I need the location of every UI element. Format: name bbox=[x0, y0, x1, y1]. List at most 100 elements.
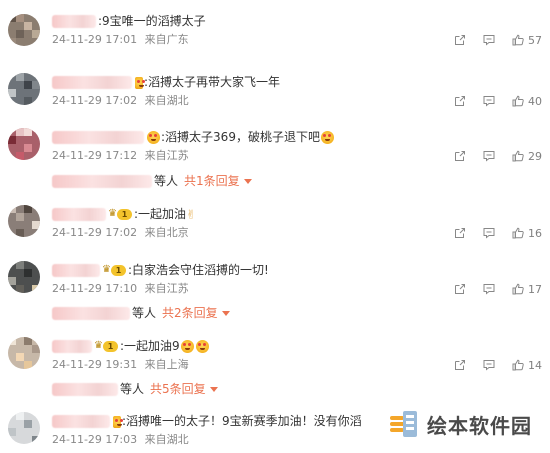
caret-down-icon[interactable] bbox=[221, 311, 230, 316]
comment-item: :9宝唯一的滔搏太子 24-11-29 17:01 来自广东 57 bbox=[0, 12, 550, 52]
comment-text: :一起加油 bbox=[134, 207, 187, 221]
comment-text-line: :9宝唯一的滔搏太子 bbox=[52, 12, 206, 30]
comment-icon[interactable] bbox=[483, 283, 495, 295]
emoji-icon bbox=[320, 131, 334, 144]
avatar[interactable] bbox=[8, 14, 40, 46]
share-icon[interactable] bbox=[454, 150, 466, 162]
emoji-icon bbox=[147, 131, 160, 144]
comment-text: :一起加油9 bbox=[120, 339, 180, 353]
like-button[interactable]: 40 bbox=[512, 95, 542, 108]
like-button[interactable]: 17 bbox=[512, 283, 542, 296]
comment-text: :滔搏太子369，破桃子退下吧 bbox=[161, 130, 320, 144]
comment-meta: 24-11-29 19:31 来自上海 bbox=[52, 358, 189, 372]
comment-meta: 24-11-29 17:02 来自北京 bbox=[52, 226, 189, 240]
comment-meta: 24-11-29 17:10 来自江苏 bbox=[52, 282, 189, 296]
fan-level-badge: ♛ 1 bbox=[102, 264, 126, 277]
comment-actions: 14 bbox=[454, 358, 542, 372]
comment-actions: 40 bbox=[454, 94, 542, 108]
like-button[interactable]: 16 bbox=[512, 227, 542, 240]
comment-meta: 24-11-29 17:02 来自湖北 bbox=[52, 94, 189, 108]
avatar[interactable] bbox=[8, 128, 40, 160]
comment-icon[interactable] bbox=[483, 150, 495, 162]
comment-item: :滔搏太子再带大家飞一年 24-11-29 17:02 来自湖北 40 bbox=[0, 73, 550, 113]
username-blurred[interactable] bbox=[52, 264, 100, 277]
like-button[interactable]: 57 bbox=[512, 34, 542, 47]
like-button[interactable]: 29 bbox=[512, 150, 542, 163]
avatar[interactable] bbox=[8, 261, 40, 293]
comment-meta: 24-11-29 17:12 来自江苏 bbox=[52, 149, 189, 163]
victory-hand-icon: ✌ bbox=[186, 207, 197, 222]
avatar[interactable] bbox=[8, 73, 40, 105]
username-blurred[interactable] bbox=[52, 15, 96, 28]
comment-item: ♛ 1:白家浩会守住滔搏的一切! 24-11-29 17:10 来自江苏 17 bbox=[0, 261, 550, 301]
badge-level: 1 bbox=[117, 209, 132, 220]
expand-replies-link[interactable]: 共2条回复 bbox=[162, 306, 218, 320]
avatar[interactable] bbox=[8, 412, 40, 444]
comment-location: 来自湖北 bbox=[144, 94, 189, 107]
share-icon[interactable] bbox=[454, 95, 466, 107]
comment-actions: 17 bbox=[454, 282, 542, 296]
username-blurred[interactable] bbox=[52, 415, 110, 428]
like-button[interactable]: 14 bbox=[512, 359, 542, 372]
comment-text-line: :滔搏太子再带大家飞一年 bbox=[52, 73, 280, 91]
like-count: 14 bbox=[528, 358, 542, 372]
comment-icon[interactable] bbox=[483, 34, 495, 46]
replier-names-blurred bbox=[52, 307, 130, 320]
comment-text: :滔搏唯一的太子！9宝新赛季加油！没有你滔 bbox=[122, 414, 362, 428]
reply-summary: 等人 共1条回复 bbox=[52, 173, 252, 189]
share-icon[interactable] bbox=[454, 227, 466, 239]
comment-location: 来自江苏 bbox=[144, 282, 189, 295]
comment-location: 来自广东 bbox=[144, 33, 189, 46]
share-icon[interactable] bbox=[454, 359, 466, 371]
share-icon[interactable] bbox=[454, 283, 466, 295]
username-blurred[interactable] bbox=[52, 208, 106, 221]
username-blurred[interactable] bbox=[52, 131, 144, 144]
reply-label: 等人 bbox=[132, 306, 157, 320]
fan-level-badge: ♛ 1 bbox=[108, 208, 132, 221]
like-count: 40 bbox=[528, 94, 542, 108]
comment-text: :白家浩会守住滔搏的一切! bbox=[128, 263, 269, 277]
comment-icon[interactable] bbox=[483, 227, 495, 239]
emoji-icon bbox=[135, 76, 144, 89]
caret-down-icon[interactable] bbox=[243, 179, 252, 184]
thumbs-up-icon bbox=[512, 34, 524, 46]
comment-location: 来自湖北 bbox=[144, 433, 189, 446]
share-icon[interactable] bbox=[454, 34, 466, 46]
comment-actions: 16 bbox=[454, 226, 542, 240]
emoji-icon bbox=[180, 340, 194, 353]
reply-label: 等人 bbox=[120, 382, 145, 396]
badge-level: 1 bbox=[103, 341, 118, 352]
thumbs-up-icon bbox=[512, 95, 524, 107]
comment-date: 24-11-29 19:31 bbox=[52, 358, 138, 371]
site-watermark: 绘本软件园 bbox=[387, 407, 532, 441]
caret-down-icon[interactable] bbox=[209, 387, 218, 392]
comment-icon[interactable] bbox=[483, 359, 495, 371]
comment-text-line: :滔搏太子369，破桃子退下吧 bbox=[52, 128, 335, 146]
comment-date: 24-11-29 17:03 bbox=[52, 433, 138, 446]
watermark-logo-icon bbox=[387, 407, 421, 441]
comment-date: 24-11-29 17:01 bbox=[52, 33, 138, 46]
emoji-icon bbox=[195, 340, 209, 353]
username-blurred[interactable] bbox=[52, 340, 92, 353]
comment-text: :9宝唯一的滔搏太子 bbox=[98, 14, 206, 28]
comment-actions: 57 bbox=[454, 33, 542, 47]
watermark-text: 绘本软件园 bbox=[427, 413, 532, 438]
comment-icon[interactable] bbox=[483, 95, 495, 107]
like-count: 17 bbox=[528, 282, 542, 296]
thumbs-up-icon bbox=[512, 359, 524, 371]
comment-meta: 24-11-29 17:01 来自广东 bbox=[52, 33, 189, 47]
comment-text: :滔搏太子再带大家飞一年 bbox=[144, 75, 281, 89]
comment-item: :滔搏太子369，破桃子退下吧 24-11-29 17:12 来自江苏 29 bbox=[0, 128, 550, 168]
emoji-icon bbox=[113, 415, 122, 428]
comment-location: 来自江苏 bbox=[144, 149, 189, 162]
expand-replies-link[interactable]: 共5条回复 bbox=[150, 382, 206, 396]
thumbs-up-icon bbox=[512, 283, 524, 295]
username-blurred[interactable] bbox=[52, 76, 132, 89]
expand-replies-link[interactable]: 共1条回复 bbox=[184, 174, 240, 188]
comment-date: 24-11-29 17:02 bbox=[52, 94, 138, 107]
comment-date: 24-11-29 17:12 bbox=[52, 149, 138, 162]
comment-text-line: ♛ 1:一起加油9 bbox=[52, 337, 210, 355]
badge-level: 1 bbox=[111, 265, 126, 276]
avatar[interactable] bbox=[8, 205, 40, 237]
avatar[interactable] bbox=[8, 337, 40, 369]
